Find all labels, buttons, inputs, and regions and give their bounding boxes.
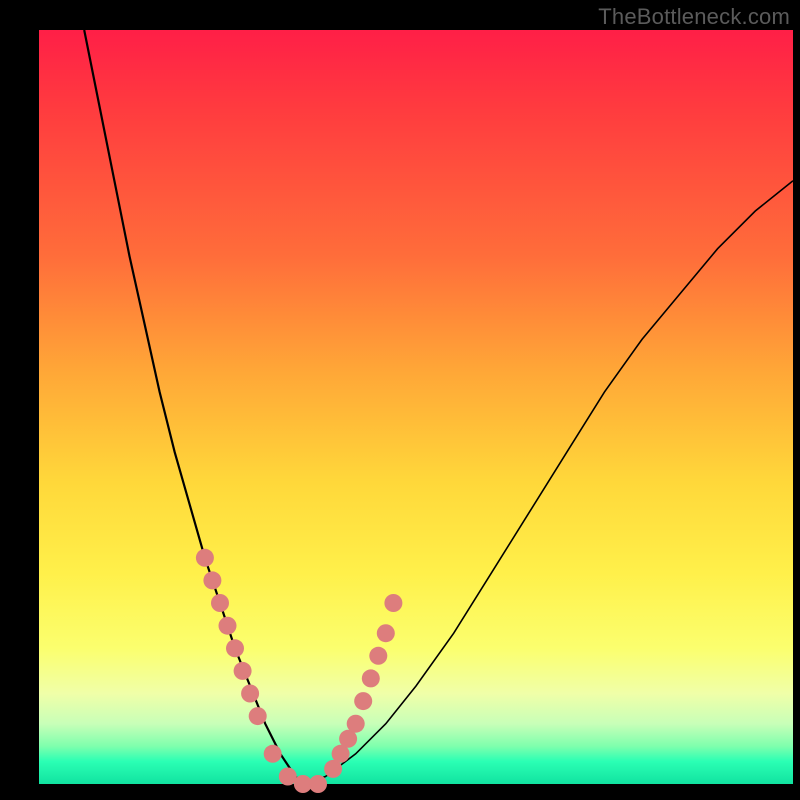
chart-frame: TheBottleneck.com — [0, 0, 800, 800]
curve-right-branch — [303, 181, 793, 784]
highlight-dot — [384, 594, 402, 612]
curve-layer — [39, 30, 793, 784]
highlight-dot — [309, 775, 327, 793]
highlight-dot — [369, 647, 387, 665]
highlight-dot — [347, 715, 365, 733]
highlight-dot — [249, 707, 267, 725]
highlight-dot — [203, 571, 221, 589]
plot-area — [39, 30, 793, 784]
highlight-dots — [196, 549, 403, 793]
highlight-dot — [234, 662, 252, 680]
highlight-dot — [362, 669, 380, 687]
highlight-dot — [241, 685, 259, 703]
highlight-dot — [264, 745, 282, 763]
highlight-dot — [211, 594, 229, 612]
highlight-dot — [196, 549, 214, 567]
highlight-dot — [377, 624, 395, 642]
highlight-dot — [354, 692, 372, 710]
highlight-dot — [226, 639, 244, 657]
curve-left-branch — [84, 30, 303, 784]
watermark-text: TheBottleneck.com — [598, 4, 790, 30]
highlight-dot — [219, 617, 237, 635]
bottleneck-curve — [84, 30, 793, 784]
